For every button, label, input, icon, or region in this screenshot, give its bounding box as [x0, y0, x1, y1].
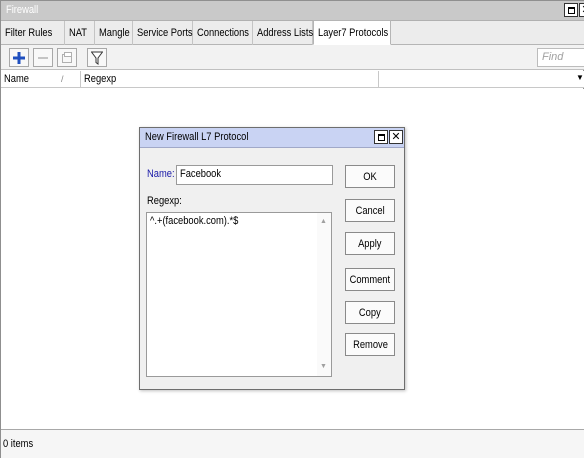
tab-service-ports[interactable]: Service Ports — [133, 21, 193, 45]
window-controls: ✕ — [563, 3, 584, 17]
apply-button[interactable]: Apply — [345, 232, 395, 255]
copy-toolbar-button[interactable] — [57, 48, 77, 67]
tab-label: Layer7 Protocols — [318, 26, 389, 39]
maximize-button[interactable] — [564, 3, 578, 17]
toolbar: Find — [1, 45, 584, 70]
regexp-label: Regexp: — [147, 195, 182, 207]
tab-bar: Filter Rules NAT Mangle Service Ports Co… — [1, 20, 584, 45]
tab-nat[interactable]: NAT — [65, 21, 95, 45]
name-label: Name: — [147, 168, 175, 180]
tab-label: Address Lists — [257, 27, 314, 39]
tab-layer7-protocols[interactable]: Layer7 Protocols — [313, 20, 391, 45]
dialog-window-controls: ✕ — [373, 130, 403, 144]
filter-icon — [91, 51, 103, 65]
remove-button[interactable] — [33, 48, 53, 67]
name-value: Facebook — [180, 168, 222, 180]
column-menu-arrow-icon[interactable]: ▼ — [576, 73, 584, 82]
comment-label: Comment — [349, 273, 391, 286]
dialog-titlebar: New Firewall L7 Protocol ✕ — [140, 128, 404, 148]
scroll-down-icon[interactable]: ▼ — [320, 363, 327, 370]
ok-label: OK — [363, 170, 377, 183]
dialog-title: New Firewall L7 Protocol — [145, 131, 249, 143]
tab-connections[interactable]: Connections — [193, 21, 253, 45]
regexp-scrollbar[interactable]: ▲ ▼ — [317, 213, 331, 376]
filter-button[interactable] — [87, 48, 107, 67]
name-field[interactable]: Facebook — [176, 165, 333, 185]
copy-button[interactable]: Copy — [345, 301, 395, 324]
tab-label: Connections — [197, 27, 249, 39]
regexp-value: ^.+(facebook.com).*$ — [150, 215, 239, 227]
close-button[interactable]: ✕ — [579, 3, 584, 17]
tab-label: Service Ports — [137, 27, 193, 39]
plus-icon — [13, 51, 25, 64]
maximize-icon — [377, 133, 385, 141]
column-header-name[interactable]: Name / — [1, 71, 81, 88]
close-icon: ✕ — [391, 130, 401, 143]
add-button[interactable] — [9, 48, 29, 67]
new-l7-protocol-dialog: New Firewall L7 Protocol ✕ Name: Faceboo… — [139, 127, 405, 390]
tab-label: NAT — [69, 27, 88, 39]
column-label: Regexp — [84, 73, 117, 85]
tab-label: Mangle — [99, 27, 130, 39]
column-header-regexp[interactable]: Regexp — [81, 71, 379, 88]
window-titlebar: Firewall ✕ — [1, 1, 584, 21]
apply-label: Apply — [358, 237, 382, 250]
tab-label: Filter Rules — [5, 27, 53, 39]
dialog-close-button[interactable]: ✕ — [389, 130, 403, 144]
status-bar: 0 items — [1, 429, 584, 458]
scroll-up-icon[interactable]: ▲ — [320, 218, 327, 225]
copy-label: Copy — [359, 306, 381, 319]
tab-filter-rules[interactable]: Filter Rules — [1, 21, 65, 45]
remove-label: Remove — [352, 338, 388, 351]
sort-indicator: / — [61, 74, 64, 84]
dialog-maximize-button[interactable] — [374, 130, 388, 144]
tab-address-lists[interactable]: Address Lists — [253, 21, 313, 45]
items-count: 0 items — [3, 438, 34, 450]
remove-dialog-button[interactable]: Remove — [345, 333, 395, 356]
minus-icon — [38, 56, 48, 59]
firewall-window: Firewall ✕ Filter Rules NAT Mangle Servi… — [0, 0, 584, 458]
cancel-button[interactable]: Cancel — [345, 199, 395, 222]
column-label: Name — [4, 73, 29, 85]
comment-button[interactable]: Comment — [345, 268, 395, 291]
find-input[interactable]: Find — [537, 48, 584, 67]
window-title: Firewall — [6, 4, 39, 16]
tab-mangle[interactable]: Mangle — [95, 21, 133, 45]
maximize-icon — [567, 6, 575, 14]
regexp-textarea[interactable]: ^.+(facebook.com).*$ ▲ ▼ — [146, 212, 332, 377]
table-header: Name / Regexp ▼ — [1, 71, 584, 88]
ok-button[interactable]: OK — [345, 165, 395, 188]
copy-icon — [62, 51, 72, 63]
cancel-label: Cancel — [355, 204, 385, 217]
